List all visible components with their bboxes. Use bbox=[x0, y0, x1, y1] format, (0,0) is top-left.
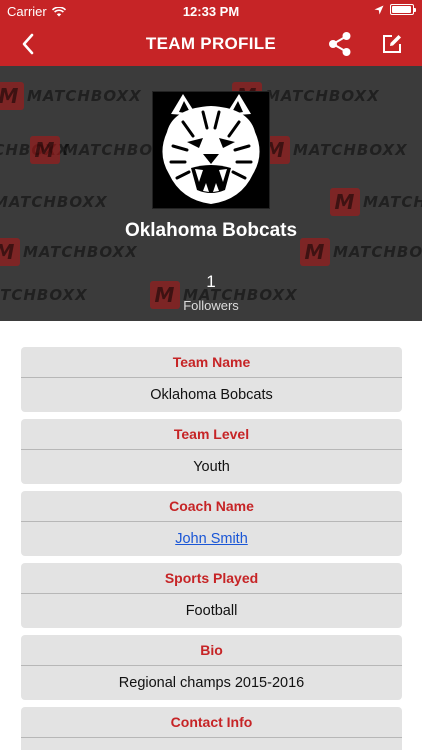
field-value: Football bbox=[185, 603, 238, 619]
status-right bbox=[374, 4, 416, 15]
field-card-sports-played: Sports Played Football bbox=[21, 563, 402, 628]
watermark-text: MATCHBOXX bbox=[333, 243, 422, 261]
field-card-team-name: Team Name Oklahoma Bobcats bbox=[21, 347, 402, 412]
team-header: MMATCHBOXX MMATCHBOXX MMATCHBOXX MMATCHB… bbox=[0, 66, 422, 321]
team-info-list: Team Name Oklahoma Bobcats Team Level Yo… bbox=[21, 347, 402, 750]
watermark: MMATCHBOXX bbox=[0, 82, 142, 110]
battery-icon bbox=[390, 4, 416, 15]
team-logo bbox=[152, 91, 270, 209]
watermark: MMATCHBOXX bbox=[0, 188, 108, 216]
share-icon bbox=[329, 32, 351, 56]
battery-fill bbox=[392, 6, 411, 13]
field-card-bio: Bio Regional champs 2015-2016 bbox=[21, 635, 402, 700]
field-card-coach-name: Coach Name John Smith bbox=[21, 491, 402, 556]
field-value: Youth bbox=[193, 459, 230, 475]
edit-icon bbox=[383, 35, 401, 53]
watermark: MMATCHBOXX bbox=[0, 238, 138, 266]
field-value: Regional champs 2015-2016 bbox=[118, 675, 305, 691]
team-name-heading: Oklahoma Bobcats bbox=[124, 220, 298, 241]
watermark-text: MATCHBOXX bbox=[265, 87, 380, 105]
location-arrow-icon bbox=[374, 5, 384, 14]
watermark: MMATCHBOXX bbox=[300, 238, 422, 266]
followers-label[interactable]: Followers bbox=[0, 298, 422, 313]
field-label: Sports Played bbox=[21, 563, 402, 594]
field-card-contact-info: Contact Info bbox=[21, 707, 402, 750]
field-label: Bio bbox=[21, 635, 402, 666]
navigation-bar: TEAM PROFILE bbox=[0, 22, 422, 66]
field-label: Team Level bbox=[21, 419, 402, 450]
field-value bbox=[21, 738, 402, 750]
field-label: Coach Name bbox=[21, 491, 402, 522]
bobcat-logo-icon bbox=[153, 92, 269, 208]
status-bar: Carrier 12:33 PM bbox=[0, 0, 422, 22]
coach-name-link[interactable]: John Smith bbox=[175, 531, 248, 547]
field-label: Team Name bbox=[21, 347, 402, 378]
edit-button[interactable] bbox=[378, 30, 406, 58]
watermark-text: MATCHBOXX bbox=[0, 193, 108, 211]
page-title: TEAM PROFILE bbox=[145, 34, 277, 53]
field-value: John Smith bbox=[21, 522, 402, 556]
status-time: 12:33 PM bbox=[182, 4, 240, 19]
watermark: MMATCHBOXX bbox=[330, 188, 422, 216]
field-card-team-level: Team Level Youth bbox=[21, 419, 402, 484]
watermark-text: MATCHBOXX bbox=[363, 193, 422, 211]
field-label: Contact Info bbox=[21, 707, 402, 738]
followers-count[interactable]: 1 bbox=[0, 272, 422, 292]
share-button[interactable] bbox=[326, 30, 354, 58]
watermark-text: MATCHBOXX bbox=[23, 243, 138, 261]
watermark-text: MATCHBOXX bbox=[27, 87, 142, 105]
watermark-text: MATCHBOXX bbox=[293, 141, 408, 159]
watermark: MMATCHBOXX bbox=[260, 136, 408, 164]
field-value: Oklahoma Bobcats bbox=[150, 387, 273, 403]
